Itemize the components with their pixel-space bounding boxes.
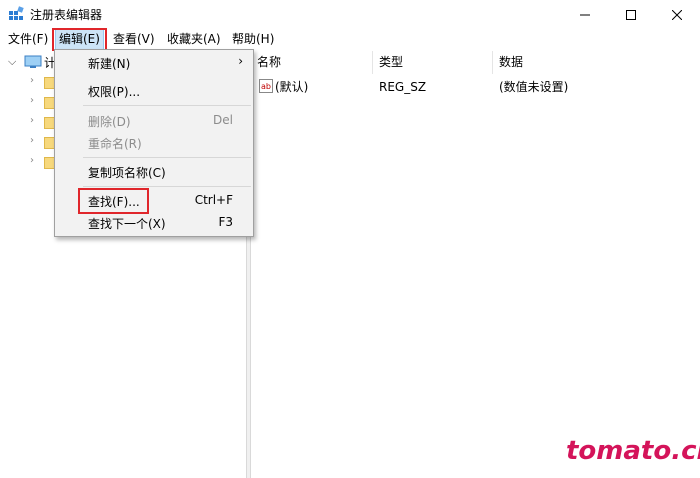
menu-help[interactable]: 帮助(H) [229,29,277,51]
value-name-cell[interactable]: (默认) [275,77,308,97]
svg-text:ab: ab [261,82,271,91]
chevron-right-icon[interactable]: › [30,135,34,146]
find-item-highlight [78,188,149,214]
column-header-data[interactable]: 数据 [493,51,700,74]
column-header-name[interactable]: 名称 [251,51,373,74]
watermark: tomato.cm [566,436,700,466]
menu-item-copy-key-name[interactable]: 复制项名称(C) [55,161,253,183]
maximize-button[interactable] [608,0,654,29]
close-button[interactable] [654,0,700,29]
menu-item-rename[interactable]: 重命名(R) [55,132,253,154]
menu-favorites[interactable]: 收藏夹(A) [164,29,224,51]
chevron-right-icon[interactable]: › [30,155,34,166]
minimize-icon [580,14,590,15]
computer-icon [24,55,42,68]
menu-view[interactable]: 查看(V) [110,29,158,51]
value-data-cell: (数值未设置) [499,80,569,94]
title-bar: 注册表编辑器 [0,0,700,29]
chevron-down-icon[interactable]: ⌵ [8,55,16,69]
string-value-icon: ab [259,79,273,93]
values-list[interactable]: 名称 类型 数据 ab (默认) REG_SZ (数值未设置) [251,51,700,478]
menu-separator [83,186,251,187]
menu-item-find-next[interactable]: 查找下一个(X) F3 [55,212,253,234]
regedit-icon [9,6,24,20]
maximize-icon [626,9,636,20]
close-icon [672,9,682,20]
minimize-button[interactable] [562,0,608,29]
menu-separator [83,157,251,158]
menu-item-permissions[interactable]: 权限(P)... [55,80,253,102]
chevron-right-icon[interactable]: › [30,95,34,106]
chevron-right-icon[interactable]: › [30,75,34,86]
menu-item-new[interactable]: 新建(N) › [55,52,253,74]
menu-item-delete[interactable]: 删除(D) Del [55,110,253,132]
column-header-type[interactable]: 类型 [373,51,493,74]
window-title: 注册表编辑器 [30,8,103,22]
value-type-cell: REG_SZ [379,80,427,94]
menu-file[interactable]: 文件(F) [5,29,51,51]
chevron-right-icon: › [238,54,243,68]
chevron-right-icon[interactable]: › [30,115,34,126]
menu-separator [83,105,251,106]
